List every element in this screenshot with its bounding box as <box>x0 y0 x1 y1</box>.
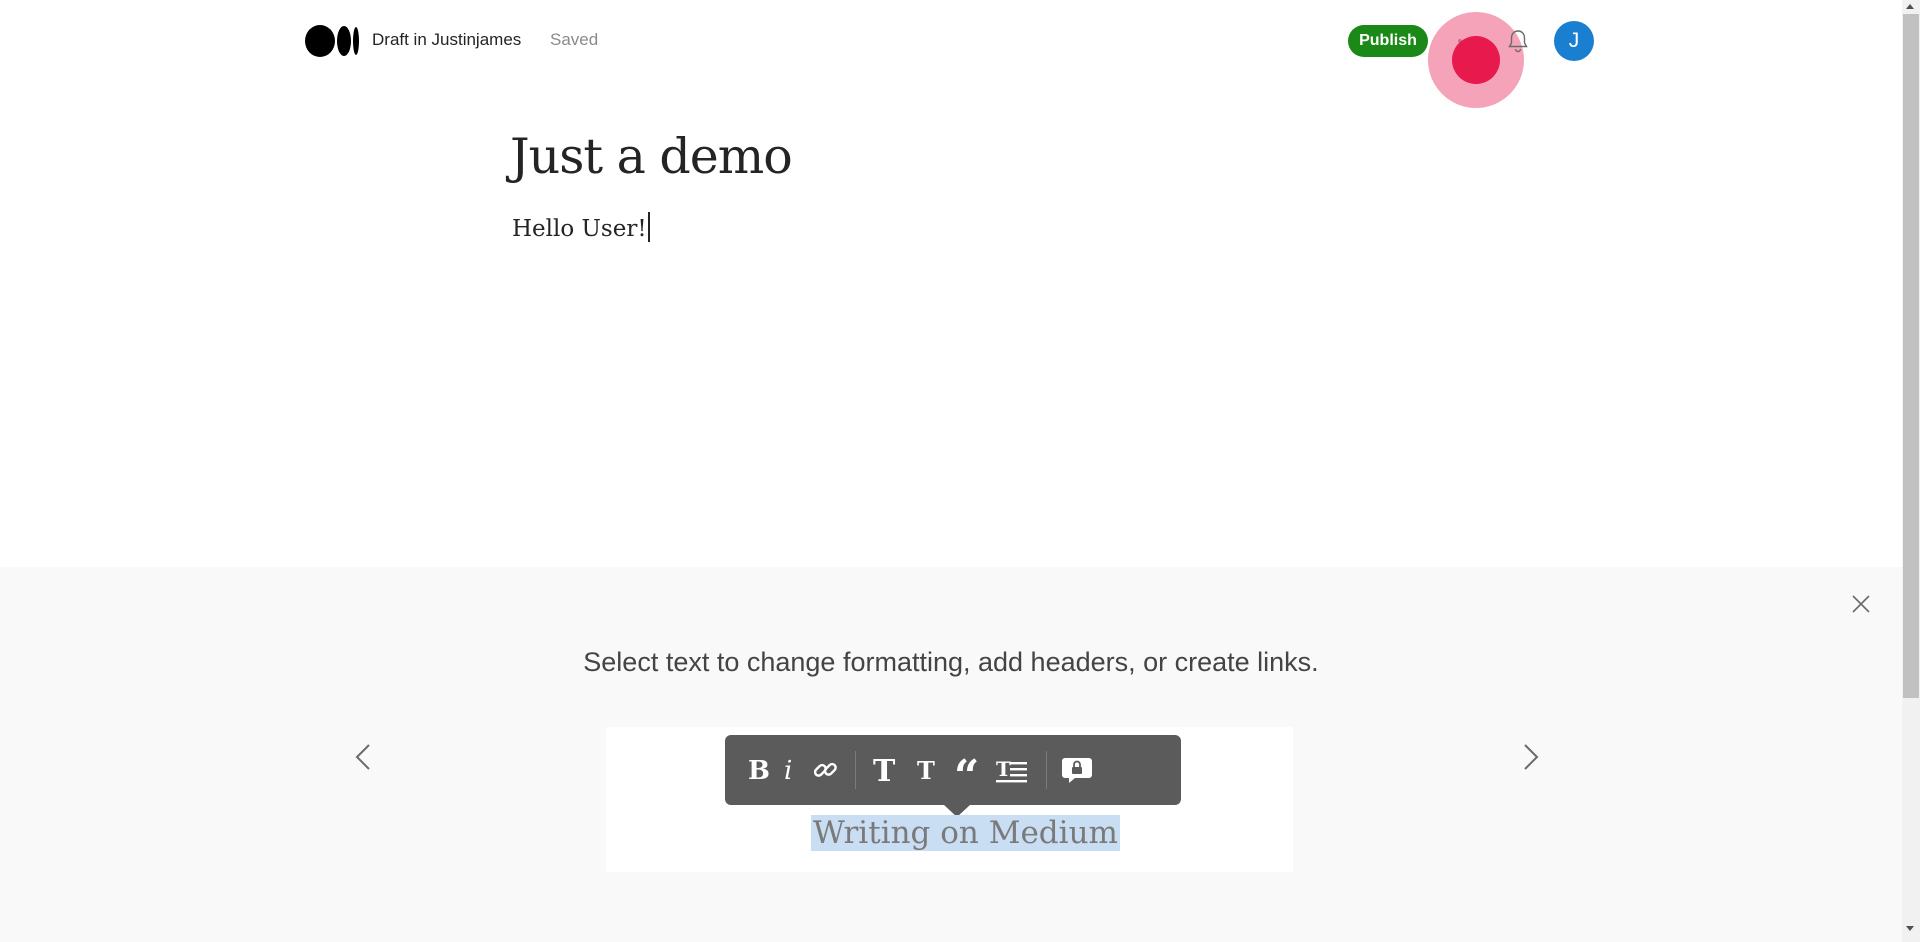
text-cursor <box>647 212 650 242</box>
toolbar-divider <box>1046 751 1047 789</box>
svg-text:i: i <box>784 757 792 783</box>
svg-text:“: “ <box>954 755 979 785</box>
story-title[interactable]: Just a demo <box>510 128 793 185</box>
private-note-icon[interactable] <box>1059 750 1095 790</box>
draft-label: Draft in Justinjames <box>372 30 522 49</box>
scroll-up-icon[interactable] <box>1905 2 1915 10</box>
drop-cap-icon[interactable]: T <box>990 750 1034 790</box>
chevron-left-icon[interactable] <box>352 737 374 777</box>
bell-icon[interactable] <box>1506 28 1530 54</box>
chevron-right-icon[interactable] <box>1520 737 1542 777</box>
svg-text:T: T <box>917 757 935 783</box>
format-toolbar: B i T T “ T <box>725 735 1181 805</box>
tips-panel: Select text to change formatting, add he… <box>0 567 1902 942</box>
italic-icon[interactable]: i <box>773 750 807 790</box>
scrollbar-thumb[interactable] <box>1903 14 1919 698</box>
bold-icon[interactable]: B <box>743 750 773 790</box>
demo-selected-text: Writing on Medium <box>811 815 1120 851</box>
small-title-icon[interactable]: T <box>904 750 950 790</box>
tips-message: Select text to change formatting, add he… <box>583 647 1319 677</box>
avatar[interactable]: J <box>1554 21 1594 61</box>
saved-status: Saved <box>550 30 599 49</box>
click-indicator-dot <box>1452 36 1500 84</box>
svg-text:T: T <box>873 755 896 785</box>
close-icon[interactable] <box>1850 593 1872 615</box>
story-body[interactable]: Hello User! <box>512 212 650 242</box>
story-body-text: Hello User! <box>512 216 647 242</box>
link-icon[interactable] <box>807 750 843 790</box>
toolbar-divider <box>855 751 856 789</box>
medium-logo-icon[interactable] <box>304 24 360 58</box>
publish-button[interactable]: Publish <box>1348 25 1428 57</box>
svg-text:B: B <box>748 757 769 783</box>
large-title-icon[interactable]: T <box>868 750 904 790</box>
tip-demo-card: B i T T “ T Writing on Medium <box>606 727 1293 872</box>
quote-icon[interactable]: “ <box>950 750 990 790</box>
scroll-down-icon[interactable] <box>1905 925 1915 933</box>
svg-text:T: T <box>996 757 1011 781</box>
